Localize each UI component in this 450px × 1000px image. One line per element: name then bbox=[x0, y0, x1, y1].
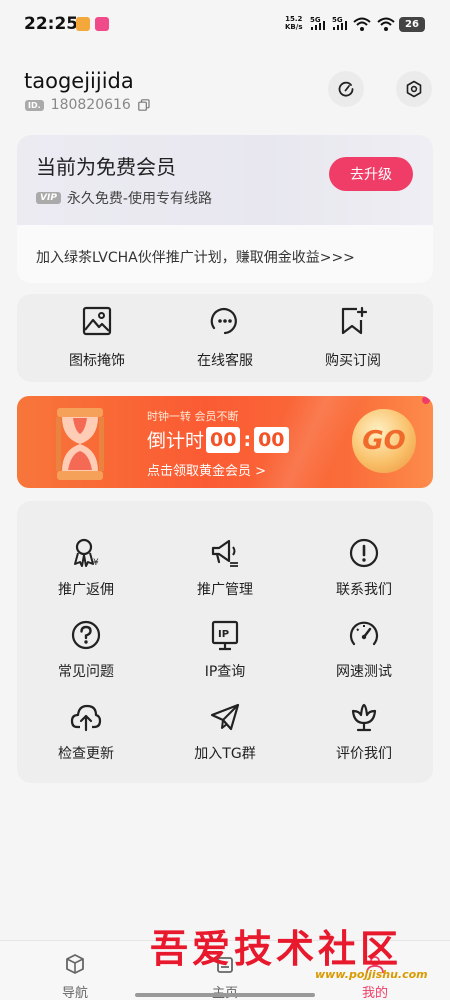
menu-item-check-update[interactable]: 检查更新 bbox=[17, 701, 155, 781]
membership-title: 当前为免费会员 bbox=[36, 155, 176, 179]
membership-subtitle-row: VIP 永久免费-使用专有线路 bbox=[36, 188, 212, 208]
battery-indicator: 26 bbox=[399, 17, 425, 32]
status-bar: 22:25 15.2 KB/s 5G 5G 26 bbox=[0, 0, 450, 52]
settings-button[interactable] bbox=[396, 71, 432, 107]
countdown: 倒计时 00 : 00 bbox=[147, 426, 289, 453]
menu-item-faq[interactable]: 常见问题 bbox=[17, 619, 155, 699]
menu-item-join-telegram[interactable]: 加入TG群 bbox=[156, 701, 294, 781]
upgrade-button[interactable]: 去升级 bbox=[329, 157, 413, 191]
hourglass-icon bbox=[56, 408, 104, 480]
quick-actions-card: 图标掩饰 在线客服 购买订阅 bbox=[17, 294, 433, 382]
watermark-url: www.pojjishu.com bbox=[315, 968, 428, 981]
menu-item-rate-us[interactable]: 评价我们 bbox=[295, 701, 433, 781]
menu-item-promotion-management[interactable]: 推广管理 bbox=[156, 537, 294, 617]
megaphone-icon bbox=[211, 539, 238, 567]
svg-text:IP: IP bbox=[218, 629, 229, 640]
menu-item-ip-lookup[interactable]: IP IP查询 bbox=[156, 619, 294, 699]
telegram-icon bbox=[210, 703, 240, 731]
username: taogejijida bbox=[24, 69, 134, 93]
box-icon bbox=[66, 954, 84, 974]
user-id-row: ID. 180820616 bbox=[25, 97, 150, 113]
status-time: 22:25 bbox=[24, 14, 79, 34]
flower-icon bbox=[351, 703, 377, 732]
svg-text:5G: 5G bbox=[332, 16, 343, 24]
partner-program-link[interactable]: 加入绿茶LVCHA伙伴推广计划，赚取佣金收益>>> bbox=[36, 247, 355, 267]
countdown-minutes: 00 bbox=[206, 426, 241, 453]
countdown-seconds: 00 bbox=[254, 426, 289, 453]
menu-item-speed-test[interactable]: 网速测试 bbox=[295, 619, 433, 699]
services-menu: ¥ 推广返佣 推广管理 联系我们 常见问题 IP IP查询 网速测试 检查更新 … bbox=[17, 501, 433, 783]
vip-badge: VIP bbox=[36, 192, 61, 204]
signal-icon: 5G bbox=[310, 16, 325, 30]
network-speed: 15.2 KB/s bbox=[285, 15, 303, 31]
membership-card: 当前为免费会员 VIP 永久免费-使用专有线路 去升级 加入绿茶LVCHA伙伴推… bbox=[17, 135, 433, 283]
gold-membership-banner[interactable]: 时钟一转 会员不断 倒计时 00 : 00 点击领取黄金会员 > GO bbox=[17, 396, 433, 488]
quick-action-customer-service[interactable]: 在线客服 bbox=[155, 294, 295, 382]
wifi-icon bbox=[377, 17, 395, 31]
refresh-button[interactable] bbox=[328, 71, 364, 107]
user-id: 180820616 bbox=[50, 97, 131, 113]
svg-text:5G: 5G bbox=[310, 16, 321, 24]
image-icon bbox=[82, 306, 112, 336]
copy-icon[interactable] bbox=[138, 99, 150, 111]
nav-tab-navigation[interactable]: 导航 bbox=[0, 941, 150, 1000]
watermark-title: 吾爱技术社区 bbox=[150, 926, 403, 971]
alert-circle-icon bbox=[349, 538, 379, 568]
gear-icon bbox=[406, 80, 422, 98]
ip-icon: IP bbox=[211, 620, 239, 651]
menu-item-commission[interactable]: ¥ 推广返佣 bbox=[17, 537, 155, 617]
wifi-icon bbox=[353, 17, 371, 31]
cloud-upload-icon bbox=[70, 704, 102, 732]
notification-dot bbox=[422, 396, 430, 404]
commission-icon: ¥ bbox=[74, 538, 99, 568]
quick-action-buy-subscription[interactable]: 购买订阅 bbox=[283, 294, 423, 382]
question-icon bbox=[71, 620, 101, 650]
customer-service-icon bbox=[210, 307, 237, 335]
notification-app-icon bbox=[76, 17, 90, 31]
notification-app-icon bbox=[95, 17, 109, 31]
promo-cta-text: 点击领取黄金会员 > bbox=[147, 464, 267, 479]
promo-tagline: 时钟一转 会员不断 bbox=[147, 410, 239, 423]
quick-action-icon-disguise[interactable]: 图标掩饰 bbox=[27, 294, 167, 382]
id-badge: ID. bbox=[25, 99, 44, 111]
speedometer-icon bbox=[349, 621, 379, 646]
menu-item-contact-us[interactable]: 联系我们 bbox=[295, 537, 433, 617]
refresh-icon bbox=[338, 81, 354, 97]
countdown-label: 倒计时 bbox=[147, 430, 205, 452]
membership-status: 当前为免费会员 VIP 永久免费-使用专有线路 去升级 bbox=[17, 135, 433, 225]
go-button[interactable]: GO bbox=[352, 409, 416, 473]
bookmark-add-icon bbox=[341, 306, 368, 335]
signal-icon: 5G bbox=[332, 16, 347, 30]
home-indicator bbox=[135, 993, 315, 997]
svg-text:¥: ¥ bbox=[93, 558, 99, 568]
membership-subtitle: 永久免费-使用专有线路 bbox=[66, 191, 212, 207]
